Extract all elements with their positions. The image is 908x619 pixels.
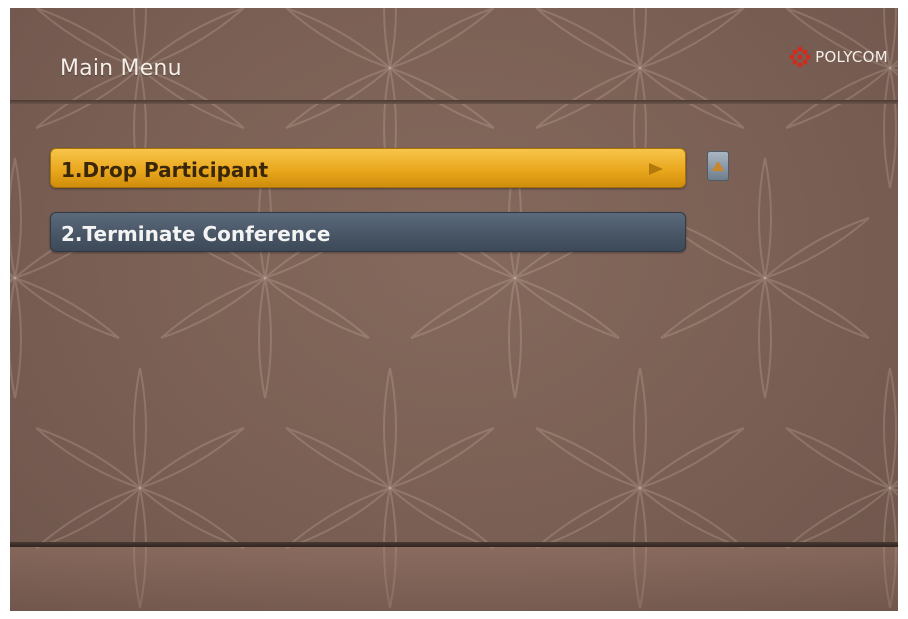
polycom-logo-icon bbox=[789, 46, 811, 68]
scroll-up-button[interactable] bbox=[707, 151, 729, 181]
chevron-right-icon bbox=[649, 163, 663, 175]
main-menu-screen: Main Menu POLYCOM 1.Drop Participant 2.T… bbox=[10, 8, 898, 611]
arrow-up-icon bbox=[712, 161, 724, 171]
brand-logo: POLYCOM bbox=[789, 46, 888, 68]
header-bar: Main Menu POLYCOM bbox=[10, 8, 898, 100]
menu-item-drop-participant[interactable]: 1.Drop Participant bbox=[50, 148, 686, 188]
brand-name: POLYCOM bbox=[815, 48, 888, 66]
header-divider bbox=[10, 100, 898, 104]
menu-item-label: 1.Drop Participant bbox=[61, 158, 269, 182]
menu-item-terminate-conference[interactable]: 2.Terminate Conference bbox=[50, 212, 686, 252]
page-title: Main Menu bbox=[60, 56, 182, 81]
menu-item-label: 2.Terminate Conference bbox=[61, 222, 331, 246]
footer-bar bbox=[10, 547, 898, 611]
